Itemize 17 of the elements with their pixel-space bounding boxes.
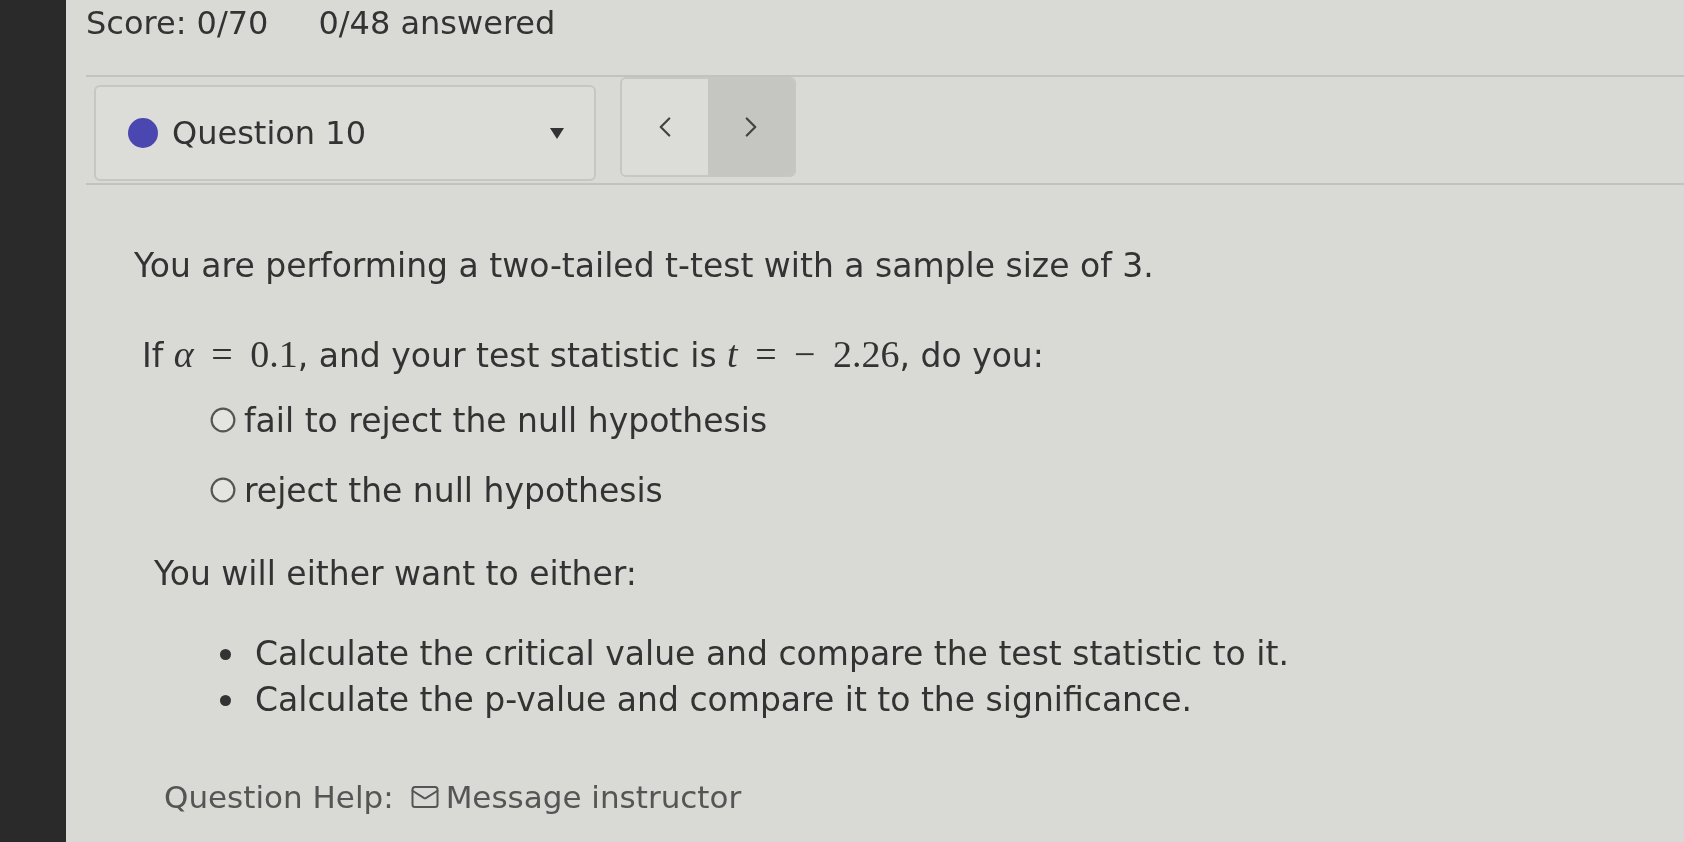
- hint-text: You will either want to either:: [154, 553, 638, 595]
- question-dropdown[interactable]: Question 10: [94, 85, 596, 181]
- score-text: Score: 0/70: [86, 4, 269, 42]
- answer-option[interactable]: reject the null hypothesis: [210, 469, 1684, 511]
- bullet-icon: [220, 694, 231, 706]
- radio-icon[interactable]: [210, 477, 236, 503]
- step-text: Calculate the critical value and compare the test statistic to it.: [255, 633, 1289, 675]
- caret-icon: [550, 127, 564, 139]
- answered-count: 0/48 answered: [318, 4, 556, 42]
- question-text: You are performing a two-tailed t-test with a sample size of 3.: [134, 245, 1155, 287]
- step-text: Calculate the p-value and compare it to the significance.: [255, 679, 1192, 721]
- message-instructor-link[interactable]: Message instructor: [409, 779, 742, 815]
- question-prompt: If α = 0.1, and your test statistic is t = − 2.26, do you:: [142, 332, 1045, 377]
- question-help-label: Question Help:: [164, 779, 394, 815]
- answer-option[interactable]: fail to reject the null hypothesis: [210, 399, 1684, 441]
- radio-icon[interactable]: [210, 407, 236, 433]
- bullet-icon: [220, 648, 231, 660]
